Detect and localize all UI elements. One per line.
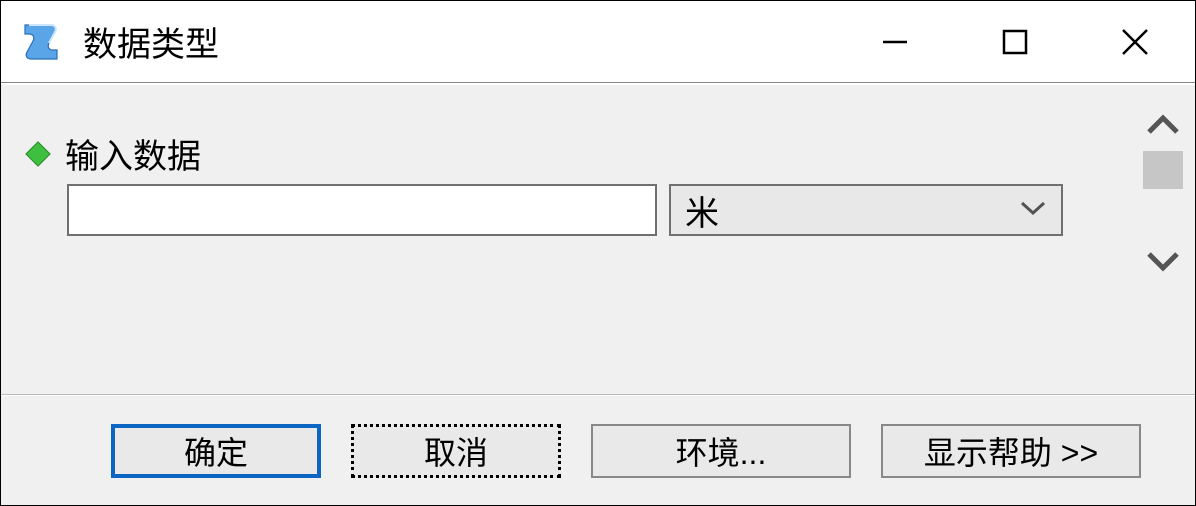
chevron-down-icon <box>1019 199 1047 222</box>
environment-button-label: 环境... <box>676 428 767 474</box>
scroll-thumb[interactable] <box>1143 151 1183 189</box>
scroll-up-button[interactable] <box>1140 107 1186 143</box>
ok-button-label: 确定 <box>184 428 248 474</box>
input-data-field[interactable] <box>67 184 657 236</box>
required-marker-icon <box>25 141 50 166</box>
unit-dropdown[interactable]: 米 <box>669 184 1063 236</box>
scroll-column <box>1137 107 1189 279</box>
ok-button[interactable]: 确定 <box>111 424 321 478</box>
cancel-button-label: 取消 <box>424 428 488 474</box>
window-title: 数据类型 <box>83 17 835 66</box>
input-data-label: 输入数据 <box>65 129 201 178</box>
window-controls <box>835 1 1195 82</box>
environment-button[interactable]: 环境... <box>591 424 851 478</box>
titlebar: 数据类型 <box>1 1 1195 83</box>
dialog-window: 数据类型 输入数据 <box>0 0 1196 506</box>
content-area: 输入数据 米 <box>1 83 1195 395</box>
scroll-down-button[interactable] <box>1140 243 1186 279</box>
maximize-button[interactable] <box>955 1 1075 82</box>
field-label-row: 输入数据 <box>29 129 1167 178</box>
show-help-button[interactable]: 显示帮助 >> <box>881 424 1141 478</box>
content-inner: 输入数据 米 <box>1 85 1195 394</box>
unit-dropdown-value: 米 <box>685 186 1019 235</box>
app-icon <box>19 19 65 65</box>
close-button[interactable] <box>1075 1 1195 82</box>
field-row: 米 <box>29 184 1167 236</box>
button-bar: 确定 取消 环境... 显示帮助 >> <box>1 395 1195 505</box>
input-container <box>29 184 639 236</box>
show-help-button-label: 显示帮助 >> <box>924 428 1098 474</box>
minimize-button[interactable] <box>835 1 955 82</box>
cancel-button[interactable]: 取消 <box>351 424 561 478</box>
